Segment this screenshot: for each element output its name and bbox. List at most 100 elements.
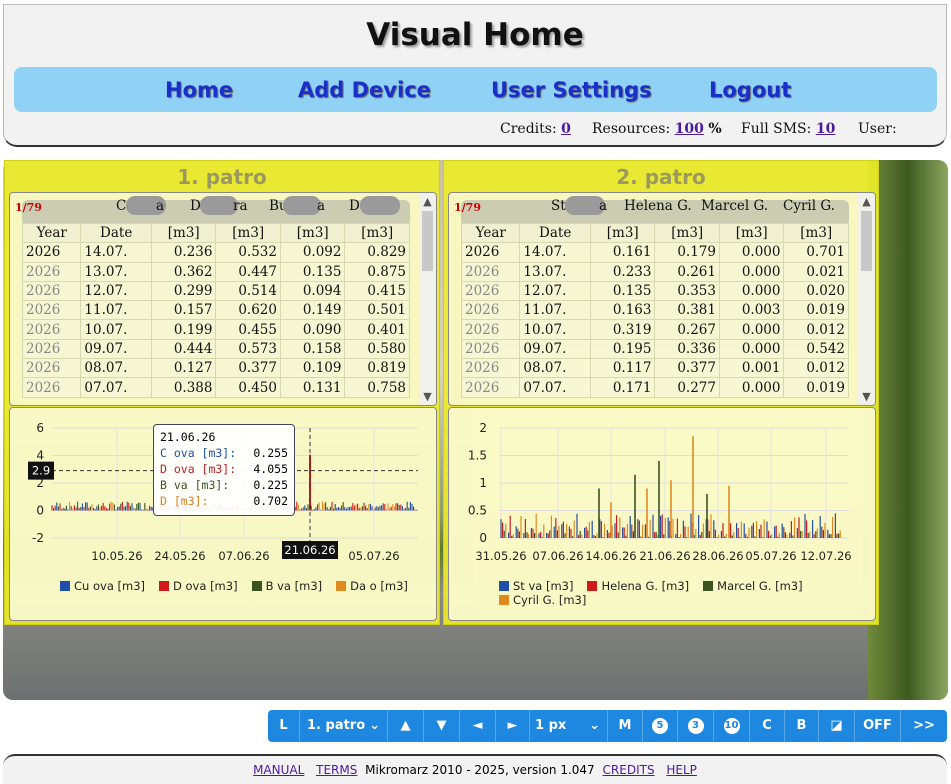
- table-row: 2026 13.07. 0.362 0.447 0.135 0.875: [21, 261, 410, 282]
- tree-shape: [868, 160, 948, 700]
- table-cell: 2026: [460, 338, 521, 360]
- left-button[interactable]: ◄: [460, 710, 496, 742]
- column-name: C: [116, 198, 127, 214]
- table-cell: 0.455: [215, 319, 281, 340]
- legend-item[interactable]: Marcel G. [m3]: [703, 579, 803, 593]
- table-cell: 0.020: [783, 280, 849, 302]
- five-button[interactable]: 5: [643, 710, 678, 742]
- header-cell: [m3]: [279, 222, 346, 244]
- scroll-up-icon[interactable]: ▲: [419, 195, 436, 208]
- table-cell: 0.299: [150, 280, 217, 302]
- manual-link[interactable]: MANUAL: [253, 763, 304, 777]
- legend-label: D ova [m3]: [173, 579, 238, 593]
- b-button[interactable]: B: [785, 710, 819, 742]
- down-button[interactable]: ▼: [424, 710, 460, 742]
- credits-stat: Credits: 0: [500, 121, 571, 137]
- scroll-down-icon[interactable]: ▼: [419, 390, 436, 403]
- up-button[interactable]: ▲: [388, 710, 424, 742]
- scroll-up-icon[interactable]: ▲: [858, 195, 875, 208]
- table-cell: 2026: [460, 377, 521, 398]
- table-cell: 0.819: [344, 358, 410, 379]
- table-cell: 0.532: [215, 242, 281, 263]
- scroll-thumb[interactable]: [422, 211, 433, 271]
- table-cell: 2026: [21, 261, 82, 282]
- table-cell: 14.07.: [80, 242, 152, 263]
- crosshair-y-label: 2.9: [32, 464, 50, 478]
- table-cell: 0.233: [589, 261, 656, 282]
- table-cell: 0.501: [344, 300, 410, 321]
- terms-link[interactable]: TERMS: [316, 763, 357, 777]
- tooltip-row: D [m3]: 0.702: [160, 494, 288, 508]
- legend-item[interactable]: Cyril G. [m3]: [499, 593, 586, 607]
- crosshair-x-label: 21.06.26: [284, 543, 335, 557]
- legend-item[interactable]: Cu ova [m3]: [60, 579, 145, 593]
- sms-stat: Full SMS: 10: [741, 121, 836, 137]
- next-button[interactable]: >>: [901, 710, 947, 742]
- table-cell: 2026: [21, 242, 82, 263]
- floor-select[interactable]: 1. patro ⌄: [300, 710, 388, 742]
- legend-item[interactable]: Da o [m3]: [336, 579, 408, 593]
- table-cell: 0.090: [279, 319, 346, 340]
- table-cell: 0.236: [150, 242, 217, 263]
- legend-item[interactable]: St va [m3]: [499, 579, 573, 593]
- table-cell: 12.07.: [519, 280, 591, 302]
- table-row: 2026 10.07. 0.319 0.267 0.000 0.012: [460, 319, 849, 340]
- table-cell: 0.362: [150, 261, 217, 282]
- table-row: 2026 12.07. 0.135 0.353 0.000 0.020: [460, 280, 849, 302]
- nav-logout[interactable]: Logout: [709, 78, 791, 102]
- table-cell: 07.07.: [519, 377, 591, 398]
- scroll-thumb[interactable]: [861, 211, 872, 271]
- table-scrollbar[interactable]: ▲ ▼: [419, 193, 436, 405]
- header-cell: Date: [519, 222, 591, 244]
- table-header-row: Year Date [m3] [m3] [m3] [m3]: [21, 222, 410, 244]
- sms-value[interactable]: 10: [816, 121, 835, 137]
- legend-swatch: [60, 581, 70, 591]
- table-cell: 2026: [21, 358, 82, 379]
- x-tick-label: 10.05.26: [91, 549, 142, 563]
- credits-value[interactable]: 0: [561, 121, 571, 137]
- nav-add-device[interactable]: Add Device: [298, 78, 431, 102]
- main-nav: Home Add Device User Settings Logout: [14, 67, 937, 112]
- resources-value[interactable]: 100: [675, 121, 704, 137]
- table-cell: 0.000: [718, 261, 785, 282]
- table-cell: 0.127: [150, 358, 217, 379]
- help-link[interactable]: HELP: [666, 763, 697, 777]
- table-cell: 08.07.: [80, 358, 152, 379]
- three-button[interactable]: 3: [678, 710, 714, 742]
- chart-box: 2 1.5 1 0.5 0 31.05.26 07.06.26 14.06.26 21.06.2…: [448, 407, 876, 621]
- table-cell: 0.450: [215, 377, 281, 398]
- pager[interactable]: 1/79: [454, 201, 481, 214]
- table-cell: 09.07.: [519, 338, 591, 360]
- tooltip-date: 21.06.26: [160, 430, 216, 444]
- scroll-down-icon[interactable]: ▼: [858, 390, 875, 403]
- table-cell: 0.542: [783, 338, 849, 360]
- table-cell: 0.267: [654, 319, 720, 340]
- legend-item[interactable]: Helena G. [m3]: [587, 579, 689, 593]
- legend-swatch: [499, 581, 509, 591]
- step-select[interactable]: 1 px ⌄: [530, 710, 608, 742]
- credits-link[interactable]: CREDITS: [603, 763, 655, 777]
- y-tick-label: 0: [479, 531, 487, 545]
- pager[interactable]: 1/79: [15, 201, 42, 214]
- legend-item[interactable]: B va [m3]: [251, 579, 322, 593]
- table-scrollbar[interactable]: ▲ ▼: [858, 193, 875, 405]
- ten-button[interactable]: 10: [714, 710, 750, 742]
- x-tick-label: 12.07.26: [800, 549, 851, 563]
- m-button[interactable]: M: [608, 710, 643, 742]
- right-button[interactable]: ►: [496, 710, 530, 742]
- table-cell: 0.447: [215, 261, 281, 282]
- off-button[interactable]: OFF: [855, 710, 901, 742]
- table-cell: 0.353: [654, 280, 720, 302]
- resize-button[interactable]: ◪: [819, 710, 855, 742]
- c-button[interactable]: C: [750, 710, 785, 742]
- table-cell: 0.401: [344, 319, 410, 340]
- chart-legend: St va [m3] Helena G. [m3] Marcel G. [m3] Cy…: [499, 579, 869, 607]
- nav-home[interactable]: Home: [165, 78, 233, 102]
- legend-item[interactable]: D ova [m3]: [159, 579, 238, 593]
- table-cell: 0.000: [718, 338, 785, 360]
- l-button[interactable]: L: [268, 710, 300, 742]
- nav-user-settings[interactable]: User Settings: [491, 78, 652, 102]
- chart-tooltip: 21.06.26 C ova [m3]: 0.255 D ova [m3]: 4.0…: [153, 424, 295, 516]
- table-row: 2026 09.07. 0.195 0.336 0.000 0.542: [460, 338, 849, 360]
- table-cell: 11.07.: [80, 300, 152, 321]
